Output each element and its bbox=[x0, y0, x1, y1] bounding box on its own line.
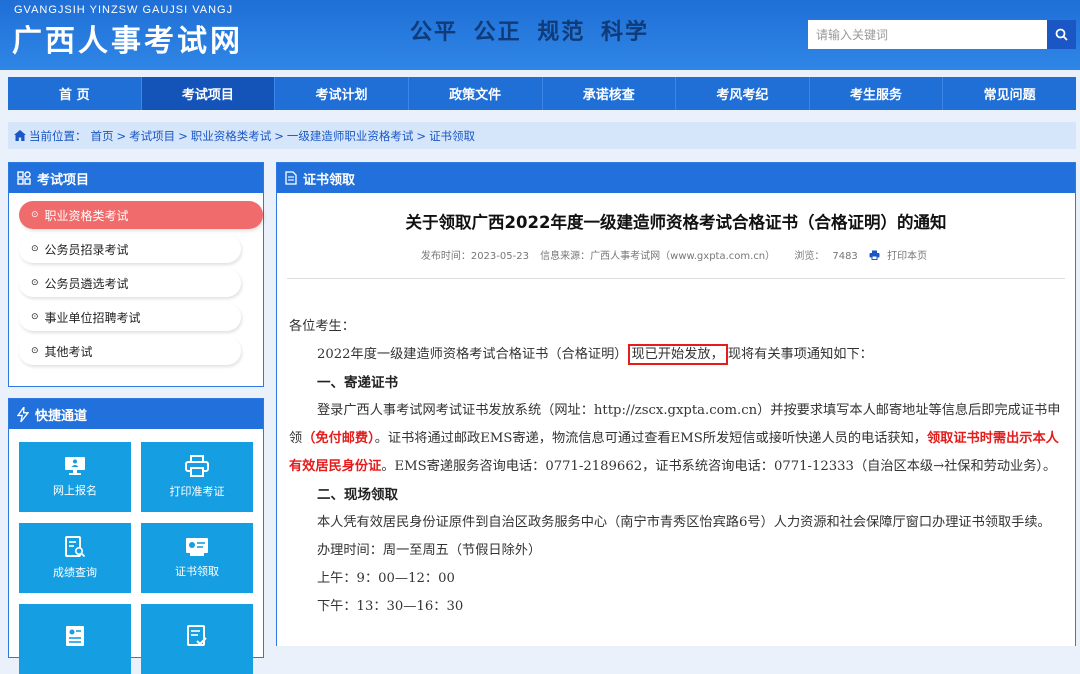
quick-links-header: 快捷通道 bbox=[9, 399, 263, 429]
grid-icon bbox=[17, 171, 31, 185]
main-nav: 首 页 考试项目 考试计划 政策文件 承诺核查 考风考纪 考生服务 常见问题 bbox=[8, 77, 1076, 110]
mail-text-b: 。证书将通过邮政EMS寄递，物流信息可通过查看EMS所发短信或接听快递人员的电话… bbox=[374, 431, 927, 446]
highlight-box: 现已开始发放， bbox=[627, 344, 728, 365]
breadcrumb-separator: > bbox=[116, 128, 127, 143]
circle-dot-icon: ⊙ bbox=[31, 210, 39, 220]
print-page-label: 打印本页 bbox=[887, 251, 928, 262]
section-heading-onsite: 二、现场领取 bbox=[317, 487, 398, 503]
search-document-icon bbox=[64, 536, 86, 558]
certificate-icon bbox=[185, 537, 209, 557]
intro-text-a: 2022年度一级建造师资格考试合格证书（合格证明） bbox=[317, 347, 628, 362]
category-civil-servant-selection[interactable]: ⊙ 公务员遴选考试 bbox=[19, 269, 241, 297]
breadcrumb-constructor-exam[interactable]: 一级建造师职业资格考试 bbox=[287, 128, 414, 144]
quick-link-label: 成绩查询 bbox=[53, 566, 97, 579]
site-header: GVANGJSIH YINZSW GAUJSI VANGJ 广西人事考试网 公平… bbox=[0, 0, 1080, 70]
onsite-paragraph: 本人凭有效居民身份证原件到自治区政务服务中心（南宁市青秀区怡宾路6号）人力资源和… bbox=[317, 515, 1051, 530]
breadcrumb-prefix: 当前位置： bbox=[29, 128, 87, 143]
quick-links-panel: 快捷通道 网上报名 打印准考证 成绩查询 证书领取 bbox=[8, 398, 264, 674]
morning-hours: 上午：9：00—12：00 bbox=[317, 571, 455, 586]
search-input[interactable] bbox=[808, 20, 1048, 49]
home-icon bbox=[14, 130, 26, 141]
intro-paragraph: 2022年度一级建造师资格考试合格证书（合格证明） 现已开始发放， 现将有关事项通知… bbox=[289, 341, 1063, 369]
print-page-link[interactable]: 打印本页 bbox=[869, 250, 931, 262]
nav-exam-plan[interactable]: 考试计划 bbox=[275, 77, 409, 110]
nav-exam-discipline[interactable]: 考风考纪 bbox=[676, 77, 810, 110]
article-panel-header: 证书领取 bbox=[277, 163, 1075, 193]
circle-dot-icon: ⊙ bbox=[31, 346, 39, 356]
breadcrumb-separator: > bbox=[178, 128, 188, 143]
site-slogan: 公平 公正 规范 科学 bbox=[410, 20, 649, 45]
exam-categories-title: 考试项目 bbox=[37, 172, 90, 188]
info-source: 信息来源：广西人事考试网（www.gxpta.com.cn） bbox=[540, 251, 776, 262]
section-heading-mail: 一、寄递证书 bbox=[317, 375, 398, 391]
breadcrumb-vocational[interactable]: 职业资格类考试 bbox=[191, 128, 272, 144]
views-count: 7483 bbox=[832, 251, 858, 262]
exam-categories-header: 考试项目 bbox=[9, 163, 263, 193]
breadcrumb-current[interactable]: 证书领取 bbox=[429, 128, 475, 144]
circle-dot-icon: ⊙ bbox=[31, 278, 39, 288]
lightning-icon bbox=[17, 406, 29, 422]
quick-link-label: 证书领取 bbox=[175, 565, 219, 578]
exam-categories-panel: 考试项目 ⊙ 职业资格类考试 ⊙ 公务员招录考试 ⊙ 公务员遴选考试 ⊙ 事业单… bbox=[8, 162, 264, 387]
category-label: 职业资格类考试 bbox=[44, 208, 129, 223]
profile-card-icon bbox=[65, 625, 85, 647]
quick-link-checklist[interactable] bbox=[141, 604, 253, 674]
printer-icon bbox=[185, 455, 209, 477]
mail-text-c: 。EMS寄递服务咨询电话：0771-2189662，证书系统咨询电话：0771-… bbox=[381, 459, 1057, 474]
quick-link-score-query[interactable]: 成绩查询 bbox=[19, 523, 131, 593]
publish-time: 发布时间：2023-05-23 bbox=[420, 251, 529, 262]
nav-policy-files[interactable]: 政策文件 bbox=[409, 77, 543, 110]
circle-dot-icon: ⊙ bbox=[31, 244, 39, 254]
circle-dot-icon: ⊙ bbox=[31, 312, 39, 322]
category-vocational[interactable]: ⊙ 职业资格类考试 bbox=[19, 201, 263, 229]
quick-link-label: 打印准考证 bbox=[169, 485, 225, 498]
category-public-institution[interactable]: ⊙ 事业单位招聘考试 bbox=[19, 303, 241, 331]
site-logo[interactable]: 广西人事考试网 bbox=[12, 16, 243, 60]
nav-faq[interactable]: 常见问题 bbox=[943, 77, 1076, 110]
exam-category-list: ⊙ 职业资格类考试 ⊙ 公务员招录考试 ⊙ 公务员遴选考试 ⊙ 事业单位招聘考试… bbox=[9, 193, 263, 375]
breadcrumb: 当前位置： 首页 > 考试项目 > 职业资格类考试 > 一级建造师职业资格考试 … bbox=[8, 122, 1076, 149]
quick-links-title: 快捷通道 bbox=[35, 408, 88, 424]
quick-link-profile[interactable] bbox=[19, 604, 131, 674]
views-label: 浏览： bbox=[794, 251, 825, 262]
nav-home[interactable]: 首 页 bbox=[8, 77, 142, 110]
afternoon-hours: 下午：13：30—16：30 bbox=[317, 599, 464, 614]
breadcrumb-exam-projects[interactable]: 考试项目 bbox=[129, 128, 175, 144]
breadcrumb-separator: > bbox=[274, 128, 284, 143]
category-label: 公务员招录考试 bbox=[44, 242, 129, 257]
site-logo-english: GVANGJSIH YINZSW GAUJSI VANGJ bbox=[14, 4, 234, 16]
quick-link-certificate-collection[interactable]: 证书领取 bbox=[141, 523, 253, 593]
office-hours: 办理时间：周一至周五（节假日除外） bbox=[317, 543, 542, 558]
intro-text-b: 现将有关事项通知如下： bbox=[727, 347, 873, 362]
search-icon bbox=[1055, 28, 1068, 41]
nav-candidate-service[interactable]: 考生服务 bbox=[810, 77, 944, 110]
category-label: 其他考试 bbox=[44, 344, 93, 359]
free-postage-note: （免付邮费） bbox=[302, 431, 375, 446]
article-panel: 证书领取 关于领取广西2022年度一级建造师资格考试合格证书（合格证明）的通知 … bbox=[276, 162, 1076, 646]
article-body: 各位考生： 2022年度一级建造师资格考试合格证书（合格证明） 现已开始发放， 现将… bbox=[277, 313, 1075, 621]
printer-icon bbox=[869, 250, 880, 260]
article-title: 关于领取广西2022年度一级建造师资格考试合格证书（合格证明）的通知 bbox=[405, 213, 947, 232]
article-meta: 发布时间：2023-05-23 信息来源：广西人事考试网（www.gxpta.c… bbox=[277, 247, 1075, 262]
nav-commitment-check[interactable]: 承诺核查 bbox=[543, 77, 677, 110]
quick-link-label: 网上报名 bbox=[53, 484, 97, 497]
monitor-icon bbox=[64, 456, 86, 476]
quick-link-online-registration[interactable]: 网上报名 bbox=[19, 442, 131, 512]
search-button[interactable] bbox=[1047, 20, 1076, 49]
category-label: 公务员遴选考试 bbox=[44, 276, 129, 291]
checklist-icon bbox=[186, 625, 208, 647]
article-divider bbox=[287, 278, 1065, 279]
greeting: 各位考生： bbox=[289, 319, 355, 334]
article-section-title: 证书领取 bbox=[303, 172, 356, 188]
breadcrumb-separator: > bbox=[416, 128, 427, 143]
category-other[interactable]: ⊙ 其他考试 bbox=[19, 337, 241, 365]
breadcrumb-home[interactable]: 首页 bbox=[91, 128, 114, 144]
nav-exam-projects[interactable]: 考试项目 bbox=[141, 77, 276, 110]
quick-link-print-admission[interactable]: 打印准考证 bbox=[141, 442, 253, 512]
category-civil-servant[interactable]: ⊙ 公务员招录考试 bbox=[19, 235, 241, 263]
category-label: 事业单位招聘考试 bbox=[44, 310, 141, 325]
document-icon bbox=[285, 171, 297, 185]
mail-paragraph: 登录广西人事考试网考试证书发放系统（网址：http://zscx.gxpta.c… bbox=[289, 397, 1063, 481]
